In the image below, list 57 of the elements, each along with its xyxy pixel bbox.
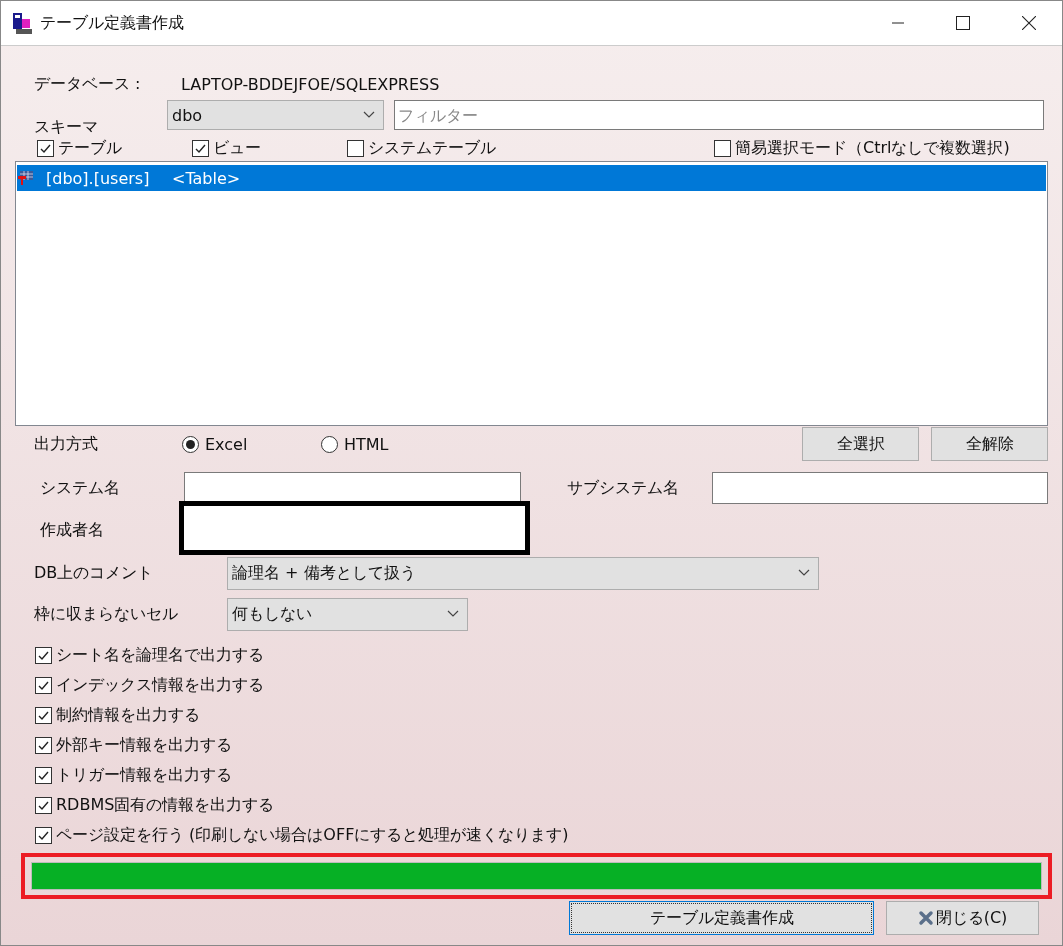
chevron-icon — [363, 111, 375, 119]
checkbox[interactable] — [192, 139, 209, 157]
comment-label: DB上のコメント — [34, 562, 155, 584]
output-label: 出力方式 — [34, 433, 99, 455]
checkbox-label: ページ設定を行う (印刷しない場合はOFFにすると処理が速くなります) — [56, 824, 569, 846]
checkbox[interactable] — [35, 826, 52, 844]
checkbox[interactable] — [714, 139, 731, 157]
checkbox[interactable] — [35, 676, 52, 694]
checkbox-label: シート名を論理名で出力する — [56, 644, 264, 666]
radio-button[interactable] — [321, 435, 338, 453]
close-button[interactable]: 閉じる(C) — [886, 901, 1039, 935]
dropdown[interactable]: dbo — [167, 100, 384, 130]
create-button[interactable]: テーブル定義書作成 — [569, 901, 874, 935]
x-icon — [917, 910, 934, 926]
checkbox[interactable] — [37, 139, 54, 157]
app-icon — [12, 11, 34, 35]
checkbox[interactable] — [35, 736, 52, 754]
radio-label: HTML — [344, 434, 389, 454]
select-button[interactable]: 全選択 — [802, 427, 919, 461]
checkbox[interactable] — [35, 706, 52, 724]
subsystem-name-field[interactable] — [711, 472, 1048, 504]
chevron-icon — [798, 569, 810, 577]
database-label: データベース : — [34, 73, 142, 95]
maximize-icon — [956, 16, 970, 30]
system-name-field[interactable] — [184, 472, 521, 504]
author-label: 作成者名 — [40, 519, 105, 541]
checkbox[interactable] — [35, 796, 52, 814]
subsystem-name-label: サブシステム名 — [566, 477, 680, 499]
checkbox-label: RDBMS固有の情報を出力する — [56, 794, 275, 816]
radio-label: Excel — [205, 434, 248, 454]
checkbox-label: 制約情報を出力する — [56, 704, 200, 726]
author-field[interactable] — [179, 501, 530, 555]
checkbox[interactable] — [35, 646, 52, 664]
checkbox-label: テーブル — [58, 137, 122, 159]
system-name-label: システム名 — [40, 477, 121, 499]
object-list[interactable]: [dbo].[users] <Table> — [15, 161, 1048, 426]
filter-field[interactable]: フィルター — [394, 100, 1044, 130]
checkbox-label: インデックス情報を出力する — [56, 674, 264, 696]
table-icon — [18, 170, 34, 186]
list-item[interactable]: [dbo].[users] <Table> — [17, 165, 1046, 191]
checkbox[interactable] — [347, 139, 364, 157]
select-button[interactable]: 全解除 — [931, 427, 1048, 461]
checkbox[interactable] — [35, 766, 52, 784]
dropdown[interactable]: 何もしない — [227, 597, 468, 631]
overflow-label: 枠に収まらないセル — [34, 603, 179, 625]
checkbox-label: 外部キー情報を出力する — [56, 734, 232, 756]
checkbox-label: システムテーブル — [368, 137, 496, 159]
checkbox-label: ビュー — [213, 137, 261, 159]
window-title: テーブル定義書作成 — [40, 12, 184, 34]
chevron-icon — [447, 610, 459, 618]
radio-button[interactable] — [182, 435, 199, 453]
schema-label: スキーマ — [33, 117, 99, 138]
checkbox-label: 簡易選択モード（Ctrlなしで複数選択) — [735, 137, 1010, 159]
dropdown[interactable]: 論理名 + 備考として扱う — [227, 556, 819, 590]
close-icon — [1022, 16, 1036, 30]
database-name: LAPTOP-BDDEJFOE/SQLEXPRESS — [181, 74, 440, 94]
checkbox-label: トリガー情報を出力する — [56, 764, 232, 786]
